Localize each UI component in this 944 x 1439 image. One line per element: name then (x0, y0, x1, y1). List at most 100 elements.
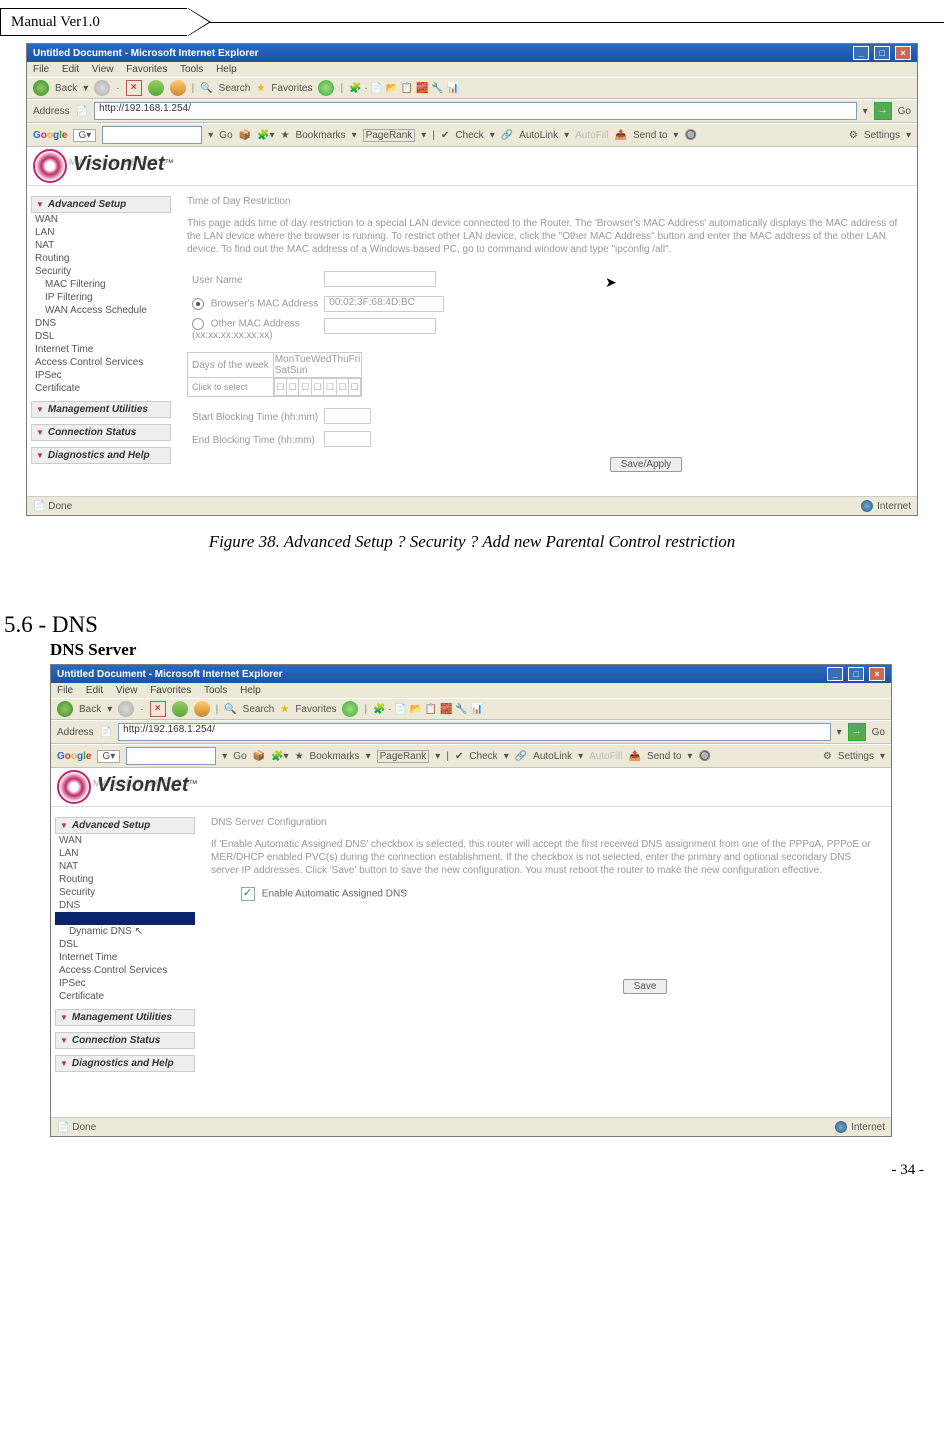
sidebar-sub[interactable]: IP Filtering (31, 291, 171, 304)
sidebar-item[interactable]: Access Control Services (55, 964, 195, 977)
day-checkbox[interactable]: ☐ (287, 379, 299, 396)
forward-icon[interactable] (118, 701, 134, 717)
sidebar-item[interactable]: WAN (31, 213, 171, 226)
day-checkbox[interactable]: ☐ (336, 379, 348, 396)
refresh-icon[interactable] (148, 80, 164, 96)
sidebar-advanced-setup[interactable]: ▼Advanced Setup (31, 196, 171, 213)
day-checkbox[interactable]: ☐ (348, 379, 360, 396)
stop-icon[interactable]: × (150, 701, 166, 717)
settings-label[interactable]: Settings (838, 751, 874, 762)
home-icon[interactable] (194, 701, 210, 717)
sidebar-sub[interactable]: WAN Access Schedule (31, 304, 171, 317)
sidebar-item[interactable]: LAN (55, 847, 195, 860)
menu-file[interactable]: File (57, 685, 73, 696)
sidebar-item[interactable]: Routing (31, 252, 171, 265)
pagerank-label[interactable]: PageRank (377, 750, 430, 763)
sidebar-sub[interactable]: MAC Filtering (31, 278, 171, 291)
menu-tools[interactable]: Tools (180, 64, 203, 75)
menu-favorites[interactable]: Favorites (126, 64, 167, 75)
menu-view[interactable]: View (92, 64, 114, 75)
sidebar-mgmt[interactable]: ▼Management Utilities (55, 1009, 195, 1026)
check-label[interactable]: Check (469, 751, 497, 762)
sidebar-item[interactable]: DNS (55, 899, 195, 912)
other-mac-radio[interactable] (192, 318, 204, 330)
stop-icon[interactable]: × (126, 80, 142, 96)
save-apply-button[interactable]: Save/Apply (610, 457, 683, 472)
close-icon[interactable]: × (895, 46, 911, 60)
favorites-toolbar-label[interactable]: Favorites (271, 83, 312, 94)
sidebar-item[interactable]: Certificate (55, 990, 195, 1003)
day-checkbox[interactable]: ☐ (311, 379, 323, 396)
close-icon[interactable]: × (869, 667, 885, 681)
menu-tools[interactable]: Tools (204, 685, 227, 696)
maximize-icon[interactable]: □ (848, 667, 864, 681)
sendto-label[interactable]: Send to (633, 130, 667, 141)
menu-edit[interactable]: Edit (62, 64, 79, 75)
sidebar-advanced-setup[interactable]: ▼Advanced Setup (55, 817, 195, 834)
minimize-icon[interactable]: _ (853, 46, 869, 60)
back-label[interactable]: Back (79, 704, 101, 715)
google-search-input[interactable] (102, 126, 202, 144)
sidebar-item[interactable]: Routing (55, 873, 195, 886)
browser-mac-value[interactable]: 00:02:3F:68:4D:BC (324, 296, 444, 312)
pagerank-label[interactable]: PageRank (363, 129, 416, 142)
sidebar-conn[interactable]: ▼Connection Status (55, 1032, 195, 1049)
sidebar-conn[interactable]: ▼Connection Status (31, 424, 171, 441)
menu-view[interactable]: View (116, 685, 138, 696)
sidebar-highlight[interactable]: DNS Server (55, 912, 195, 925)
sendto-label[interactable]: Send to (647, 751, 681, 762)
save-button[interactable]: Save (623, 979, 668, 994)
search-label[interactable]: Search (219, 83, 251, 94)
sidebar-item[interactable]: Access Control Services (31, 356, 171, 369)
day-checkbox[interactable]: ☐ (299, 379, 311, 396)
sidebar-item[interactable]: IPSec (55, 977, 195, 990)
search-label[interactable]: Search (243, 704, 275, 715)
sidebar-item[interactable]: IPSec (31, 369, 171, 382)
bookmarks-label[interactable]: Bookmarks (310, 751, 360, 762)
minimize-icon[interactable]: _ (827, 667, 843, 681)
check-label[interactable]: Check (455, 130, 483, 141)
day-checkbox[interactable]: ☐ (324, 379, 336, 396)
media-icon[interactable] (342, 701, 358, 717)
sidebar-item[interactable]: DSL (55, 938, 195, 951)
menu-edit[interactable]: Edit (86, 685, 103, 696)
day-checkbox[interactable]: ☐ (274, 379, 286, 396)
menu-file[interactable]: File (33, 64, 49, 75)
menu-favorites[interactable]: Favorites (150, 685, 191, 696)
go-button[interactable]: → (848, 723, 866, 741)
settings-label[interactable]: Settings (864, 130, 900, 141)
media-icon[interactable] (318, 80, 334, 96)
start-block-input[interactable] (324, 408, 371, 424)
url-input[interactable]: http://192.168.1.254/ (94, 102, 856, 120)
google-search-input[interactable] (126, 747, 216, 765)
sidebar-item[interactable]: Certificate (31, 382, 171, 395)
autolink-label[interactable]: AutoLink (533, 751, 572, 762)
sidebar-item[interactable]: Internet Time (31, 343, 171, 356)
menu-help[interactable]: Help (216, 64, 237, 75)
google-go[interactable]: Go (233, 751, 246, 762)
forward-icon[interactable] (94, 80, 110, 96)
back-label[interactable]: Back (55, 83, 77, 94)
sidebar-item[interactable]: DNS (31, 317, 171, 330)
bookmarks-label[interactable]: Bookmarks (296, 130, 346, 141)
sidebar-item[interactable]: DSL (31, 330, 171, 343)
sidebar-diag[interactable]: ▼Diagnostics and Help (31, 447, 171, 464)
username-input[interactable] (324, 271, 436, 287)
other-mac-input[interactable] (324, 318, 436, 334)
favorites-toolbar-label[interactable]: Favorites (295, 704, 336, 715)
maximize-icon[interactable]: □ (874, 46, 890, 60)
browser-mac-radio[interactable] (192, 298, 204, 310)
url-input[interactable]: http://192.168.1.254/ (118, 723, 830, 741)
end-block-input[interactable] (324, 431, 371, 447)
sidebar-item[interactable]: Security (31, 265, 171, 278)
sidebar-item[interactable]: Internet Time (55, 951, 195, 964)
go-button[interactable]: → (874, 102, 892, 120)
google-go[interactable]: Go (219, 130, 232, 141)
sidebar-item[interactable]: Security (55, 886, 195, 899)
sidebar-diag[interactable]: ▼Diagnostics and Help (55, 1055, 195, 1072)
sidebar-item[interactable]: NAT (31, 239, 171, 252)
sidebar-sub[interactable]: Dynamic DNS ↖ (55, 925, 195, 938)
autolink-label[interactable]: AutoLink (519, 130, 558, 141)
sidebar-item[interactable]: LAN (31, 226, 171, 239)
refresh-icon[interactable] (172, 701, 188, 717)
